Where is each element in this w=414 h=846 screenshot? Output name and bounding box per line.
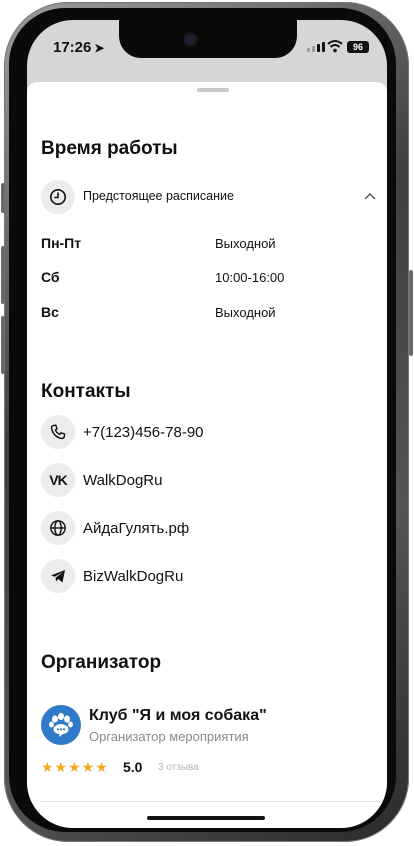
schedule-toggle-label[interactable]: Предстоящее расписание	[83, 189, 234, 203]
clock-icon	[41, 180, 75, 214]
details-sheet[interactable]: Время работы Предстоящее расписание Пн-П…	[27, 82, 387, 828]
schedule-value: 10:00-16:00	[215, 270, 285, 285]
globe-icon	[41, 511, 75, 545]
vk-icon: VK	[41, 463, 75, 497]
organizer-name[interactable]: Клуб "Я и моя собака"	[89, 707, 267, 725]
organizer-logo[interactable]	[41, 705, 81, 745]
battery-icon: 96	[347, 41, 369, 53]
home-indicator[interactable]	[147, 816, 265, 820]
schedule-value: Выходной	[215, 305, 276, 320]
schedule-day: Вс	[41, 304, 59, 320]
chevron-up-icon[interactable]	[364, 192, 376, 200]
schedule-value: Выходной	[215, 236, 276, 251]
vk-link[interactable]: WalkDogRu	[83, 472, 162, 489]
power-button	[409, 270, 413, 356]
organizer-subtitle: Организатор мероприятия	[89, 729, 249, 744]
divider	[41, 801, 383, 802]
schedule-day: Пн-Пт	[41, 235, 82, 251]
rating-stars: ★★★★★	[41, 759, 109, 775]
rating-value: 5.0	[123, 759, 143, 775]
wifi-icon	[327, 40, 343, 53]
status-bar: 17:26 ➤ 96	[27, 20, 387, 80]
hours-title: Время работы	[41, 138, 178, 159]
schedule-day: Сб	[41, 269, 60, 285]
notch	[119, 20, 297, 58]
organizer-title: Организатор	[41, 652, 162, 673]
silent-switch	[1, 183, 5, 213]
phone-link[interactable]: +7(123)456-78-90	[83, 424, 204, 441]
telegram-link[interactable]: BizWalkDogRu	[83, 568, 183, 585]
reviews-count[interactable]: 3 отзыва	[158, 762, 199, 773]
location-arrow-icon: ➤	[94, 41, 105, 55]
status-time: 17:26 ➤	[53, 39, 104, 56]
phone-icon	[41, 415, 75, 449]
paw-chat-icon	[49, 712, 73, 737]
camera-icon	[185, 34, 196, 45]
signal-icon	[307, 42, 325, 52]
contacts-title: Контакты	[41, 381, 131, 402]
volume-up-button	[1, 246, 5, 304]
telegram-icon	[41, 559, 75, 593]
screen: 17:26 ➤ 96 Время работы Предстоящее распи…	[27, 20, 387, 828]
website-link[interactable]: АйдаГулять.рф	[83, 520, 189, 537]
volume-down-button	[1, 316, 5, 374]
status-time-text: 17:26	[53, 39, 92, 56]
sheet-grabber[interactable]	[197, 88, 229, 92]
